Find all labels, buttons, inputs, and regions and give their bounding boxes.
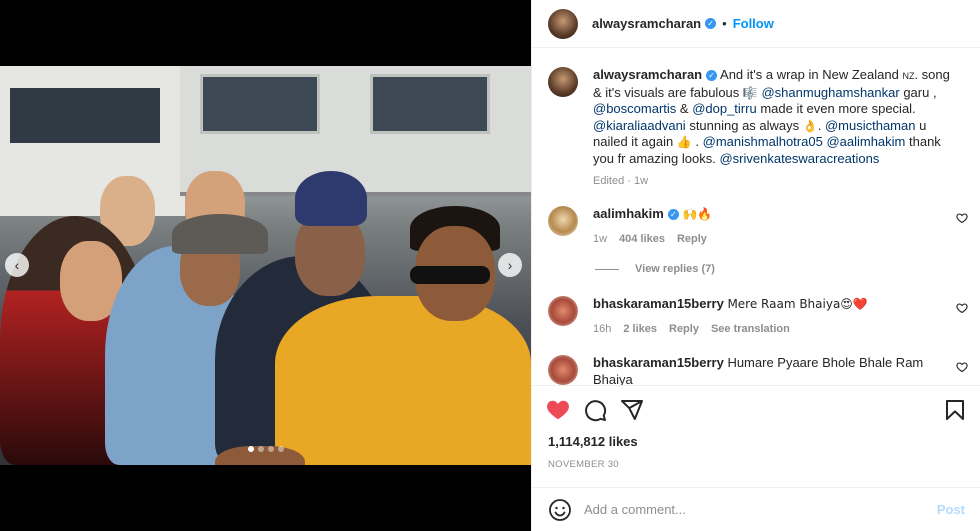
heart-icon[interactable] xyxy=(546,398,570,422)
separator-dot: • xyxy=(722,16,727,31)
comment-likes[interactable]: 404 likes xyxy=(619,231,665,248)
post-media: ‹ › xyxy=(0,0,531,531)
carousel-next-button[interactable]: › xyxy=(498,253,522,277)
carousel-prev-button[interactable]: ‹ xyxy=(5,253,29,277)
comment-time[interactable]: 16h xyxy=(593,321,611,338)
blue-cap xyxy=(295,171,367,226)
avatar[interactable] xyxy=(548,67,578,97)
flat-cap xyxy=(172,214,268,254)
small-heart-icon[interactable] xyxy=(956,361,968,373)
background-van xyxy=(0,66,185,216)
caption-meta: Edited · 1w xyxy=(593,173,953,190)
post-header: alwaysramcharan ✓ • Follow xyxy=(532,0,980,48)
view-replies-button[interactable]: View replies (7) xyxy=(595,263,715,275)
emoji-icon[interactable] xyxy=(548,498,572,522)
person-yellow-sweater xyxy=(275,296,531,465)
carousel-dot xyxy=(258,446,264,452)
author-username[interactable]: alwaysramcharan xyxy=(592,16,701,31)
comments-list[interactable]: alwaysramcharan ✓ And it's a wrap in New … xyxy=(532,49,980,385)
comment-time[interactable]: 1w xyxy=(593,231,607,248)
mention-link[interactable]: @dop_tirru xyxy=(692,101,757,116)
mention-link[interactable]: @musicthaman xyxy=(825,118,916,133)
comment-meta: 16h 2 likes Reply See translation xyxy=(593,321,953,338)
carousel-dot xyxy=(268,446,274,452)
save-icon[interactable] xyxy=(943,398,967,422)
avatar[interactable] xyxy=(548,355,578,385)
caption-username[interactable]: alwaysramcharan xyxy=(593,67,702,82)
comment-likes[interactable]: 2 likes xyxy=(623,321,657,338)
comment-input[interactable] xyxy=(584,502,914,517)
small-heart-icon[interactable] xyxy=(956,212,968,224)
see-translation-button[interactable]: See translation xyxy=(711,321,790,338)
carousel-dot xyxy=(278,446,284,452)
avatar[interactable] xyxy=(548,8,578,39)
verified-icon: ✓ xyxy=(706,70,718,81)
post-photo[interactable] xyxy=(0,66,531,465)
small-heart-icon[interactable] xyxy=(956,302,968,314)
comment-username[interactable]: bhaskaraman15berry xyxy=(593,355,724,370)
post-date[interactable]: NOVEMBER 30 xyxy=(548,459,619,470)
post-details-panel: alwaysramcharan ✓ • Follow alwaysramchar… xyxy=(531,0,980,531)
mention-link[interactable]: @manishmalhotra05 xyxy=(703,134,823,149)
sunglasses xyxy=(410,266,490,284)
post-comment-button[interactable]: Post xyxy=(937,502,965,517)
divider-line xyxy=(595,268,619,270)
verified-icon: ✓ xyxy=(705,18,717,29)
edited-timestamp: Edited · 1w xyxy=(593,175,649,187)
comment-text: 🙌🔥 xyxy=(682,207,713,221)
reply-button[interactable]: Reply xyxy=(677,231,707,248)
caption-text: alwaysramcharan ✓ And it's a wrap in New … xyxy=(593,67,953,190)
add-comment-bar: Post xyxy=(532,487,980,531)
comment-meta: 1w 404 likes Reply xyxy=(593,231,953,248)
mention-link[interactable]: @boscomartis xyxy=(593,101,676,116)
comment-username[interactable]: bhaskaraman15berry xyxy=(593,296,724,311)
carousel-indicator xyxy=(248,446,284,452)
share-icon[interactable] xyxy=(620,398,644,422)
verified-icon: ✓ xyxy=(667,209,679,220)
instagram-post-modal: ‹ › alwaysramcharan ✓ • Follow alwaysram… xyxy=(0,0,980,531)
follow-button[interactable]: Follow xyxy=(733,16,774,31)
avatar[interactable] xyxy=(548,206,578,236)
likes-count[interactable]: 1,114,812 likes xyxy=(548,434,638,449)
comment-text: Mere Raam Bhaiya😍❤️ xyxy=(727,297,868,311)
mention-link[interactable]: @kiaraliaadvani xyxy=(593,118,686,133)
avatar[interactable] xyxy=(548,296,578,326)
mention-link[interactable]: @aalimhakim xyxy=(826,134,905,149)
reply-button[interactable]: Reply xyxy=(669,321,699,338)
comment-icon[interactable] xyxy=(583,398,607,422)
post-actions: 1,114,812 likes NOVEMBER 30 xyxy=(532,385,980,495)
mention-link[interactable]: @shanmughamshankar xyxy=(761,85,899,100)
comment-username[interactable]: aalimhakim xyxy=(593,206,664,221)
mention-link[interactable]: @srivenkateswaracreations xyxy=(719,151,879,166)
carousel-dot xyxy=(248,446,254,452)
